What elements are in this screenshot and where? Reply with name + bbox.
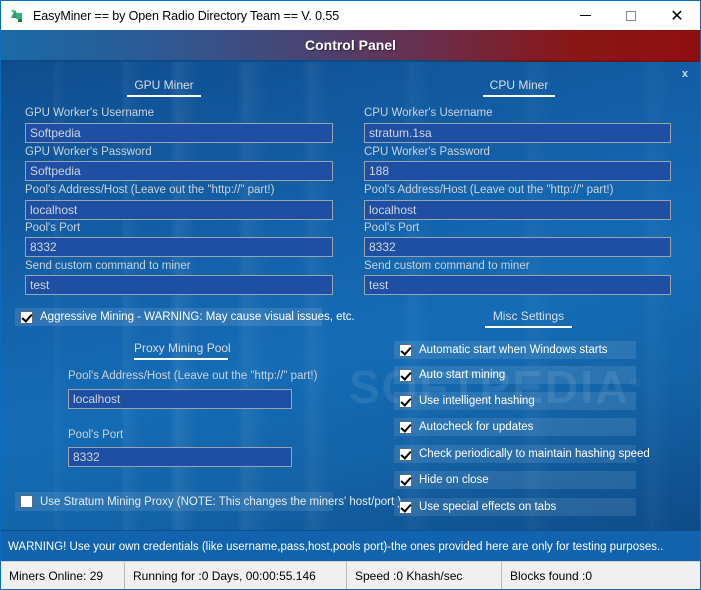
- minimize-icon: [579, 15, 591, 16]
- checkbox-icon-checked: [20, 310, 33, 324]
- proxy-pool-host-input[interactable]: [68, 389, 292, 409]
- status-running-for: Running for :0 Days, 00:00:55.146: [125, 562, 347, 589]
- status-speed: Speed :0 Khash/sec: [347, 562, 502, 589]
- label-gpu-pool-host: Pool's Address/Host (Leave out the "http…: [25, 184, 275, 196]
- label-cpu-password: CPU Worker's Password: [364, 146, 490, 158]
- status-blocks-found: Blocks found :0: [502, 562, 700, 589]
- main-content: SOFTPEDIA® x GPU Miner GPU Worker's User…: [1, 60, 700, 530]
- application-window: EasyMiner == by Open Radio Directory Tea…: [0, 0, 701, 590]
- checkbox-icon-checked: [399, 343, 412, 357]
- app-icon: [9, 8, 25, 24]
- label-gpu-custom-command: Send custom command to miner: [25, 260, 191, 272]
- gpu-username-input[interactable]: [25, 123, 333, 143]
- warning-text: WARNING! Use your own credentials (like …: [8, 540, 664, 553]
- label-gpu-username: GPU Worker's Username: [25, 107, 155, 119]
- gpu-pool-port-input[interactable]: [25, 237, 333, 257]
- checkbox-label-auto-start-mining: Auto start mining: [419, 369, 506, 381]
- label-cpu-pool-host: Pool's Address/Host (Leave out the "http…: [364, 184, 614, 196]
- gpu-password-input[interactable]: [25, 161, 333, 181]
- status-miners-online: Miners Online: 29: [1, 562, 125, 589]
- checkbox-label-special-effects-tabs: Use special effects on tabs: [419, 501, 557, 513]
- window-title: EasyMiner == by Open Radio Directory Tea…: [33, 8, 340, 23]
- checkbox-label-auto-start-windows: Automatic start when Windows starts: [419, 344, 608, 356]
- checkbox-intelligent-hashing[interactable]: Use intelligent hashing: [394, 392, 636, 410]
- checkbox-hide-on-close[interactable]: Hide on close: [394, 471, 636, 489]
- cpu-password-input[interactable]: [364, 161, 671, 181]
- gpu-custom-command-input[interactable]: [25, 275, 333, 295]
- checkbox-icon-checked: [399, 368, 412, 382]
- checkbox-label-autocheck-updates: Autocheck for updates: [419, 421, 534, 433]
- gpu-pool-host-input[interactable]: [25, 200, 333, 220]
- label-cpu-username: CPU Worker's Username: [364, 107, 493, 119]
- panel-close-icon[interactable]: x: [678, 66, 692, 82]
- cpu-custom-command-input[interactable]: [364, 275, 671, 295]
- checkbox-icon-unchecked: [20, 495, 33, 508]
- header-divider: [1, 60, 700, 62]
- checkbox-icon-checked: [399, 394, 412, 408]
- label-proxy-pool-host: Pool's Address/Host (Leave out the "http…: [68, 370, 318, 382]
- cpu-pool-host-input[interactable]: [364, 200, 671, 220]
- checkbox-aggressive-mining[interactable]: Aggressive Mining - WARNING: May cause v…: [15, 308, 355, 326]
- label-cpu-pool-port: Pool's Port: [364, 222, 420, 234]
- checkbox-icon-checked: [399, 473, 412, 487]
- checkbox-check-periodically[interactable]: Check periodically to maintain hashing s…: [394, 445, 650, 463]
- checkbox-icon-checked: [399, 500, 412, 514]
- checkbox-auto-start-windows[interactable]: Automatic start when Windows starts: [394, 341, 636, 359]
- checkbox-autocheck-updates[interactable]: Autocheck for updates: [394, 418, 636, 436]
- window-controls: ✕: [562, 1, 700, 30]
- section-title-proxy-mining-pool: Proxy Mining Pool: [134, 341, 231, 360]
- checkbox-use-stratum-proxy[interactable]: Use Stratum Mining Proxy (NOTE: This cha…: [15, 492, 401, 511]
- section-title-gpu-miner: GPU Miner: [127, 78, 201, 97]
- title-bar: EasyMiner == by Open Radio Directory Tea…: [1, 1, 700, 30]
- warning-bar: WARNING! Use your own credentials (like …: [1, 530, 700, 562]
- checkbox-auto-start-mining[interactable]: Auto start mining: [394, 366, 636, 384]
- checkbox-label-hide-on-close: Hide on close: [419, 474, 489, 486]
- maximize-icon: [626, 10, 636, 21]
- checkbox-label-intelligent-hashing: Use intelligent hashing: [419, 395, 535, 407]
- section-title-cpu-miner: CPU Miner: [483, 78, 555, 97]
- maximize-button[interactable]: [608, 1, 654, 30]
- label-gpu-password: GPU Worker's Password: [25, 146, 152, 158]
- section-title-misc-settings: Misc Settings: [485, 309, 572, 328]
- page-title: Control Panel: [304, 37, 396, 53]
- close-icon: ✕: [670, 5, 684, 25]
- checkbox-special-effects-tabs[interactable]: Use special effects on tabs: [394, 498, 636, 516]
- cpu-username-input[interactable]: [364, 123, 671, 143]
- status-bar: Miners Online: 29 Running for :0 Days, 0…: [1, 561, 700, 589]
- label-cpu-custom-command: Send custom command to miner: [364, 260, 530, 272]
- checkbox-label-check-periodically: Check periodically to maintain hashing s…: [419, 448, 650, 460]
- close-button[interactable]: ✕: [654, 1, 700, 30]
- checkbox-label-use-stratum-proxy: Use Stratum Mining Proxy (NOTE: This cha…: [40, 495, 402, 508]
- label-gpu-pool-port: Pool's Port: [25, 222, 81, 234]
- minimize-button[interactable]: [562, 1, 608, 30]
- checkbox-label-aggressive-mining: Aggressive Mining - WARNING: May cause v…: [40, 311, 355, 323]
- checkbox-icon-checked: [399, 420, 412, 434]
- label-proxy-pool-port: Pool's Port: [68, 429, 124, 441]
- cpu-pool-port-input[interactable]: [364, 237, 671, 257]
- control-panel-header: Control Panel: [1, 30, 700, 60]
- checkbox-icon-checked: [399, 447, 412, 461]
- proxy-pool-port-input[interactable]: [68, 447, 292, 467]
